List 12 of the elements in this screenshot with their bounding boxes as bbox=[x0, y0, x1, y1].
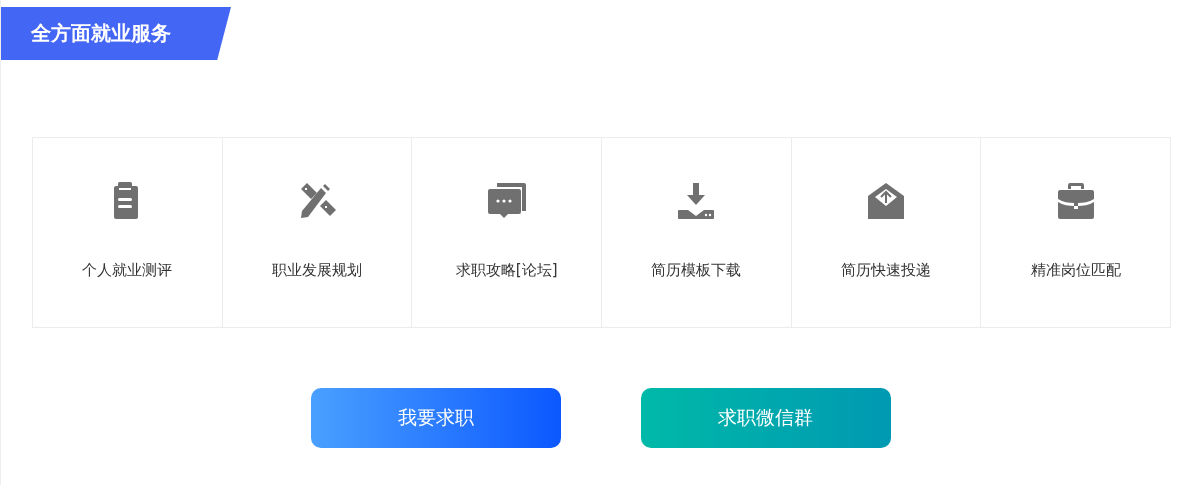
envelope-icon bbox=[866, 181, 906, 221]
service-tile[interactable]: 简历快速投递 bbox=[791, 138, 982, 328]
section-title: 全方面就业服务 bbox=[1, 7, 231, 60]
service-tile[interactable]: 职业发展规划 bbox=[222, 138, 413, 328]
download-icon bbox=[676, 181, 717, 221]
chat-bubbles-icon bbox=[486, 181, 527, 221]
action-button[interactable]: 我要求职 bbox=[310, 388, 561, 448]
service-tile[interactable]: 个人就业测评 bbox=[33, 138, 223, 328]
service-tile[interactable]: 简历模板下载 bbox=[602, 138, 792, 328]
service-tile[interactable]: 求职攻略[论坛] bbox=[412, 138, 602, 328]
briefcase-icon bbox=[1055, 181, 1096, 221]
service-tile[interactable]: 精准岗位匹配 bbox=[981, 138, 1171, 328]
